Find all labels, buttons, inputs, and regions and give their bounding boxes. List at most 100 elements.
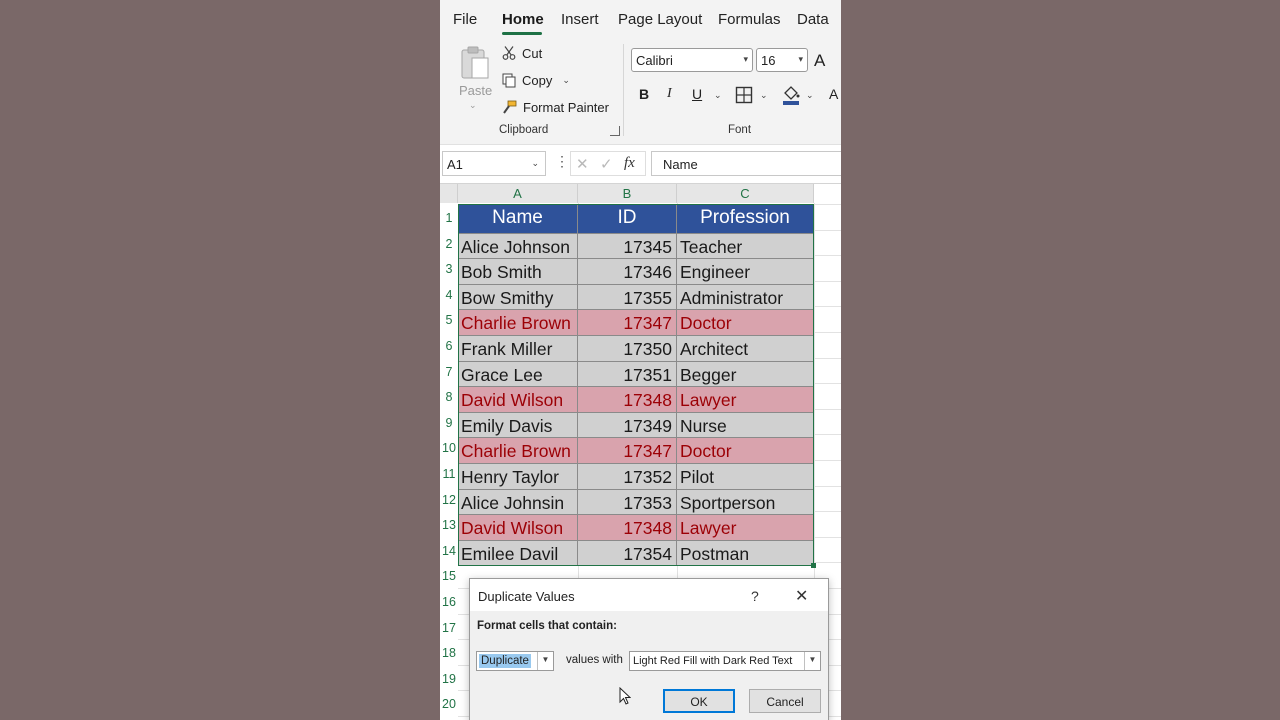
table-cell-profession[interactable]: Administrator	[677, 284, 814, 311]
clipboard-dialog-launcher-icon[interactable]	[610, 126, 620, 136]
table-cell-id[interactable]: 17349	[578, 412, 677, 439]
table-cell-id[interactable]: 17355	[578, 284, 677, 311]
row-header-1[interactable]: 1	[440, 211, 458, 225]
paste-icon[interactable]	[460, 46, 490, 80]
copy-dropdown-icon[interactable]: ⌄	[562, 75, 570, 86]
table-cell-profession[interactable]: Pilot	[677, 464, 814, 490]
table-cell-name[interactable]: Emilee Davil	[458, 540, 578, 567]
cut-button[interactable]: Cut	[502, 42, 542, 64]
table-cell-name[interactable]: Henry Taylor	[458, 464, 578, 490]
table-cell-id[interactable]: 17353	[578, 489, 677, 516]
header-cell-id[interactable]: ID	[578, 204, 677, 234]
table-cell-name[interactable]: Charlie Brown	[458, 438, 578, 464]
table-cell-name[interactable]: Bow Smithy	[458, 284, 578, 311]
table-cell-id[interactable]: 17348	[578, 515, 677, 541]
row-header-20[interactable]: 20	[440, 697, 458, 711]
row-header-15[interactable]: 15	[440, 569, 458, 583]
row-header-4[interactable]: 4	[440, 288, 458, 302]
table-cell-id[interactable]: 17352	[578, 464, 677, 490]
cancel-entry-icon[interactable]: ✕	[576, 155, 589, 173]
borders-dropdown-icon[interactable]: ⌄	[760, 90, 768, 101]
underline-button[interactable]: U	[692, 86, 702, 102]
header-cell-name[interactable]: Name	[458, 204, 578, 234]
row-header-3[interactable]: 3	[440, 262, 458, 276]
table-cell-id[interactable]: 17348	[578, 387, 677, 413]
format-painter-button[interactable]: Format Painter	[502, 96, 609, 118]
insert-function-icon[interactable]: fx	[624, 155, 635, 172]
table-cell-name[interactable]: David Wilson	[458, 387, 578, 413]
tab-page-layout[interactable]: Page Layout	[618, 11, 702, 28]
table-cell-profession[interactable]: Begger	[677, 361, 814, 388]
row-header-7[interactable]: 7	[440, 365, 458, 379]
row-header-13[interactable]: 13	[440, 518, 458, 532]
table-cell-profession[interactable]: Teacher	[677, 233, 814, 260]
bold-button[interactable]: B	[639, 86, 649, 102]
row-header-8[interactable]: 8	[440, 390, 458, 404]
row-header-2[interactable]: 2	[440, 237, 458, 251]
row-header-6[interactable]: 6	[440, 339, 458, 353]
column-header-b[interactable]: B	[578, 184, 677, 203]
tab-formulas[interactable]: Formulas	[718, 11, 781, 28]
underline-dropdown-icon[interactable]: ⌄	[714, 90, 722, 101]
table-cell-name[interactable]: David Wilson	[458, 515, 578, 541]
row-header-5[interactable]: 5	[440, 313, 458, 327]
table-cell-id[interactable]: 17345	[578, 233, 677, 260]
cancel-button[interactable]: Cancel	[749, 689, 821, 713]
column-header-a[interactable]: A	[458, 184, 578, 203]
rule-type-select[interactable]: Duplicate ▼	[476, 651, 554, 671]
grow-font-button[interactable]: A	[814, 51, 825, 71]
tab-insert[interactable]: Insert	[561, 11, 599, 28]
table-cell-profession[interactable]: Lawyer	[677, 387, 814, 413]
help-icon[interactable]: ?	[751, 588, 759, 604]
font-size-select[interactable]: 16 ▾	[756, 48, 808, 72]
row-header-19[interactable]: 19	[440, 672, 458, 686]
table-cell-profession[interactable]: Sportperson	[677, 489, 814, 516]
table-cell-profession[interactable]: Doctor	[677, 438, 814, 464]
table-cell-profession[interactable]: Doctor	[677, 310, 814, 336]
row-header-10[interactable]: 10	[440, 441, 458, 455]
tab-home[interactable]: Home	[502, 11, 544, 28]
row-header-16[interactable]: 16	[440, 595, 458, 609]
table-cell-name[interactable]: Emily Davis	[458, 412, 578, 439]
fill-handle[interactable]	[811, 563, 816, 569]
row-header-14[interactable]: 14	[440, 544, 458, 558]
formula-input[interactable]: Name	[651, 151, 841, 176]
copy-button[interactable]: Copy ⌄	[502, 69, 570, 91]
name-box[interactable]: A1 ⌄	[442, 151, 546, 176]
borders-icon[interactable]	[735, 86, 753, 104]
table-cell-id[interactable]: 17351	[578, 361, 677, 388]
fill-color-dropdown-icon[interactable]: ⌄	[806, 90, 814, 101]
table-cell-name[interactable]: Alice Johnsin	[458, 489, 578, 516]
paste-dropdown-icon[interactable]: ⌄	[469, 100, 477, 111]
select-all-corner[interactable]	[440, 184, 458, 203]
tab-file[interactable]: File	[453, 11, 477, 28]
row-header-18[interactable]: 18	[440, 646, 458, 660]
paste-button-label[interactable]: Paste	[459, 83, 492, 98]
table-cell-name[interactable]: Grace Lee	[458, 361, 578, 388]
table-cell-profession[interactable]: Lawyer	[677, 515, 814, 541]
table-cell-id[interactable]: 17354	[578, 540, 677, 567]
table-cell-id[interactable]: 17350	[578, 336, 677, 362]
row-header-12[interactable]: 12	[440, 493, 458, 507]
format-select[interactable]: Light Red Fill with Dark Red Text ▼	[629, 651, 821, 671]
table-cell-name[interactable]: Alice Johnson	[458, 233, 578, 260]
table-cell-name[interactable]: Frank Miller	[458, 336, 578, 362]
italic-button[interactable]: I	[667, 86, 672, 102]
table-cell-profession[interactable]: Postman	[677, 540, 814, 567]
header-cell-profession[interactable]: Profession	[677, 204, 814, 234]
tab-data[interactable]: Data	[797, 11, 829, 28]
table-cell-profession[interactable]: Architect	[677, 336, 814, 362]
ok-button[interactable]: OK	[663, 689, 735, 713]
table-cell-id[interactable]: 17346	[578, 259, 677, 285]
table-cell-profession[interactable]: Engineer	[677, 259, 814, 285]
confirm-entry-icon[interactable]: ✓	[600, 155, 613, 173]
more-options-icon[interactable]: ⋮	[555, 153, 569, 170]
row-header-17[interactable]: 17	[440, 621, 458, 635]
table-cell-name[interactable]: Charlie Brown	[458, 310, 578, 336]
font-family-select[interactable]: Calibri ▾	[631, 48, 753, 72]
table-cell-profession[interactable]: Nurse	[677, 412, 814, 439]
font-color-button[interactable]: A	[829, 86, 838, 102]
column-header-c[interactable]: C	[677, 184, 814, 203]
table-cell-id[interactable]: 17347	[578, 310, 677, 336]
row-header-9[interactable]: 9	[440, 416, 458, 430]
